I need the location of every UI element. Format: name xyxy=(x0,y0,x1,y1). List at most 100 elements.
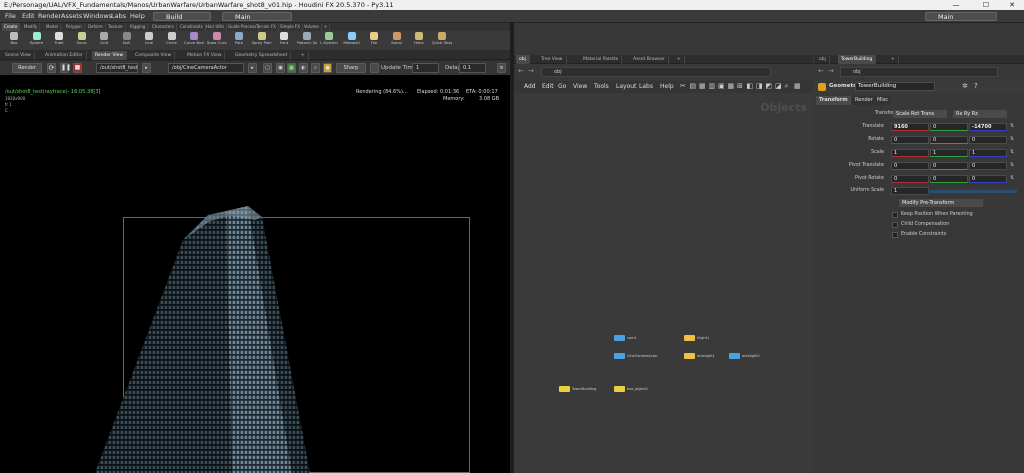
shelf-tab-texture[interactable]: Texture xyxy=(106,23,126,31)
node-towerbuilding[interactable]: TowerBuilding xyxy=(559,386,596,392)
net-menu-tools[interactable]: Tools xyxy=(594,83,609,90)
param-field-pivot-translate-y[interactable]: 0 xyxy=(930,162,968,170)
shelf-tool-helix[interactable]: Helix xyxy=(409,32,429,45)
param-field-pivot-translate-z[interactable]: 0 xyxy=(969,162,1007,170)
net-toolbar-icon[interactable]: ▦ xyxy=(794,82,801,90)
param-field-translate-x[interactable]: 9160 xyxy=(891,123,929,131)
shelf-tool-font[interactable]: Font xyxy=(274,32,294,45)
minimize-button[interactable]: — xyxy=(946,0,966,10)
param-action-icon[interactable]: ⇅ xyxy=(1010,175,1014,181)
add-shelf-tab-icon[interactable]: + xyxy=(322,23,331,31)
back-arrow-icon[interactable]: ← xyxy=(518,67,524,75)
zoom-icon[interactable]: ⌕ xyxy=(311,63,320,73)
tab-animation-editor[interactable]: Animation Editor xyxy=(42,51,87,60)
shelf-tab-rigging[interactable]: Rigging xyxy=(128,23,149,31)
uniform-scale-slider[interactable] xyxy=(930,190,1017,193)
net-toolbar-icon[interactable]: ◪ xyxy=(775,82,782,90)
net-menu-edit[interactable]: Edit xyxy=(542,83,554,90)
tab-motion-fx-view[interactable]: Motion FX View xyxy=(184,51,226,60)
menu-edit[interactable]: Edit xyxy=(22,12,35,20)
param-field-rotate-y[interactable]: 0 xyxy=(930,136,968,144)
tab-towerbuilding[interactable]: TowerBuilding xyxy=(838,55,877,64)
shelf-tool-box[interactable]: Box xyxy=(4,32,24,45)
param-field-scale-x[interactable]: 1 xyxy=(891,149,929,157)
desktop-right-dropdown[interactable]: Main xyxy=(925,11,997,21)
shelf-tool-line[interactable]: Line xyxy=(139,32,159,45)
update-time-field[interactable]: 1 xyxy=(412,63,439,73)
shelf-tool-curve-bezier[interactable]: Curve Bezier xyxy=(184,32,204,45)
shelf-tool-draw-curve[interactable]: Draw Curve xyxy=(207,32,227,45)
param-path-bar[interactable]: obj xyxy=(840,67,998,77)
param-tab-misc[interactable]: Misc xyxy=(874,96,892,105)
camera-pick-icon[interactable]: ▸ xyxy=(248,63,257,73)
render-viewport[interactable]: /out/shot8_test(raytrace)- 16:05:38[3] 1… xyxy=(0,75,510,473)
color-correct-icon[interactable]: ◐ xyxy=(299,63,308,73)
desktop-build-dropdown[interactable]: Build xyxy=(153,11,211,21)
shelf-tool-platonic-solids[interactable]: Platonic Solids xyxy=(297,32,317,45)
param-field-rotate-x[interactable]: 0 xyxy=(891,136,929,144)
node-arealight2[interactable]: arealight2 xyxy=(729,353,760,359)
checkbox-enable-constraints[interactable] xyxy=(892,232,898,238)
camera-select-icon[interactable]: ▸ xyxy=(142,63,151,73)
desktop-main-dropdown[interactable]: Main xyxy=(222,11,292,21)
net-toolbar-icon[interactable]: ▤ xyxy=(690,82,697,90)
shelf-tool-torus[interactable]: Torus xyxy=(72,32,92,45)
light-icon[interactable]: ● xyxy=(323,63,332,73)
net-menu-layout[interactable]: Layout xyxy=(616,83,636,90)
shelf-tool-tube[interactable]: Tube xyxy=(49,32,69,45)
tab-obj[interactable]: obj xyxy=(516,55,530,64)
tab-composite-view[interactable]: Composite View xyxy=(132,51,176,60)
param-action-icon[interactable]: ⇅ xyxy=(1010,162,1014,168)
render-button[interactable]: Render xyxy=(12,63,42,73)
net-toolbar-icon[interactable]: ▥ xyxy=(709,82,716,90)
add-param-tab-icon[interactable]: + xyxy=(888,55,899,64)
shelf-tab-modify[interactable]: Modify xyxy=(22,23,41,31)
menu-assets[interactable]: Assets xyxy=(61,12,82,20)
net-toolbar-icon[interactable]: ▦ xyxy=(728,82,735,90)
shelf-tab-constraints[interactable]: Constraints xyxy=(178,23,206,31)
net-toolbar-icon[interactable]: ◧ xyxy=(747,82,754,90)
menu-help[interactable]: Help xyxy=(130,12,145,20)
param-action-icon[interactable]: ⇅ xyxy=(1010,149,1014,155)
gear-icon[interactable]: ✲ xyxy=(962,82,968,90)
shelf-tool-metaball[interactable]: Metaball xyxy=(342,32,362,45)
maximize-button[interactable]: ☐ xyxy=(976,0,996,10)
shelf-tool-grid[interactable]: Grid xyxy=(94,32,114,45)
menu-file[interactable]: File xyxy=(5,12,16,20)
network-path-bar[interactable]: obj xyxy=(541,67,771,77)
forward-arrow-icon[interactable]: → xyxy=(528,67,534,75)
tab-tree-view[interactable]: Tree View xyxy=(538,55,567,64)
node-arealight1[interactable]: arealight1 xyxy=(684,353,715,359)
param-action-icon[interactable]: ⇅ xyxy=(1010,136,1014,142)
tab-scene-view[interactable]: Scene View xyxy=(2,51,35,60)
shelf-tool-path[interactable]: Path xyxy=(229,32,249,45)
net-toolbar-icon[interactable]: ◨ xyxy=(756,82,763,90)
menu-windows[interactable]: Windows xyxy=(83,12,112,20)
shelf-tab-model[interactable]: Model xyxy=(44,23,62,31)
shelf-tool-circle[interactable]: Circle xyxy=(162,32,182,45)
checkbox-child-compensation[interactable] xyxy=(892,222,898,228)
pause-icon[interactable]: ❚❚ xyxy=(60,63,71,73)
tab-render-view[interactable]: Render View xyxy=(92,51,128,60)
auto-update-checkbox[interactable] xyxy=(370,63,379,73)
tab-geometry-spreadsheet[interactable]: Geometry Spreadsheet xyxy=(232,51,292,60)
node-cam1[interactable]: cam1 xyxy=(614,335,637,341)
add-network-tab-icon[interactable]: + xyxy=(674,55,685,64)
shelf-tool-spray-paint[interactable]: Spray Paint xyxy=(252,32,272,45)
net-menu-add[interactable]: Add xyxy=(524,83,536,90)
shelf-tool-quick-shapes[interactable]: Quick Shapes xyxy=(432,32,452,45)
checkbox-keep-position-when-parenting[interactable] xyxy=(892,212,898,218)
menu-labs[interactable]: Labs xyxy=(111,12,126,20)
stop-icon[interactable]: ■ xyxy=(73,63,82,73)
param-field-pivot-rotate-x[interactable]: 0 xyxy=(891,175,929,183)
close-button[interactable]: ✕ xyxy=(1002,0,1022,10)
param-field-translate-z[interactable]: -14700 xyxy=(969,123,1007,131)
param-tab-render[interactable]: Render xyxy=(852,96,876,105)
shelf-tab-deform[interactable]: Deform xyxy=(86,23,106,31)
menu-render[interactable]: Render xyxy=(38,12,61,20)
add-pane-tab-icon[interactable]: + xyxy=(298,51,309,60)
uniform-scale-field[interactable]: 1 xyxy=(891,187,929,195)
param-back-arrow-icon[interactable]: ← xyxy=(818,67,824,75)
net-toolbar-icon[interactable]: ⌕ xyxy=(785,82,789,91)
camera-field[interactable]: /obj/CineCameraActor xyxy=(168,63,244,73)
